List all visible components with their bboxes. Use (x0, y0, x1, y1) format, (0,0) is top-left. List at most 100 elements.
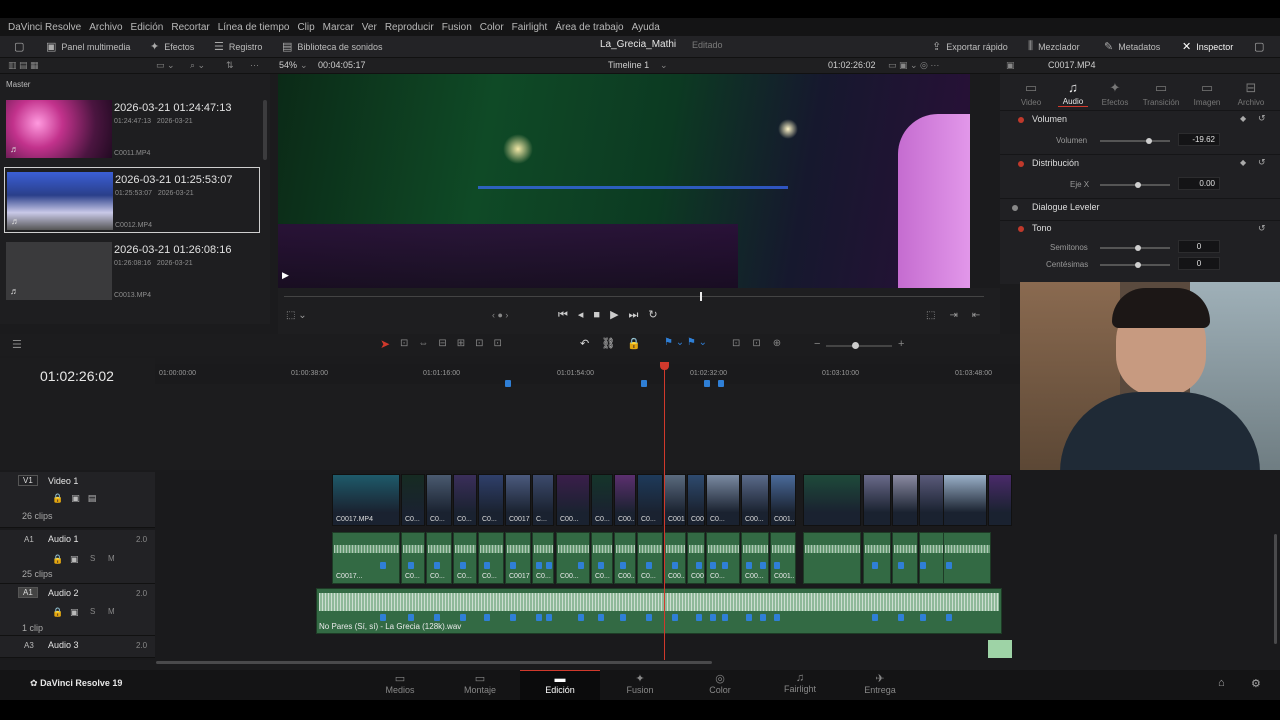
video-clip[interactable]: C0017.MP4 (332, 474, 400, 526)
video-clip[interactable]: C0017.M... (664, 474, 686, 526)
audio-clip[interactable] (803, 532, 861, 584)
clip-marker[interactable] (460, 614, 466, 621)
dialogue-enable-icon[interactable] (1012, 205, 1018, 211)
clip-marker[interactable] (460, 562, 466, 569)
audio-clip[interactable]: C00... (614, 532, 636, 584)
zoom-slider-knob[interactable] (852, 342, 859, 349)
video-clip[interactable]: C0... (453, 474, 477, 526)
menu-item[interactable]: Marcar (323, 22, 354, 33)
track-tag-a3[interactable]: A3 (24, 641, 34, 650)
mixer-button[interactable]: ⫼ Mezclador (1028, 40, 1080, 53)
audio-clip[interactable]: C0... (453, 532, 477, 584)
clip-marker[interactable] (710, 562, 716, 569)
clip-marker[interactable] (578, 614, 584, 621)
pitch-enable-icon[interactable] (1018, 226, 1024, 232)
audio-clip[interactable]: C0... (637, 532, 663, 584)
clip-marker[interactable] (920, 562, 926, 569)
media-panel-button[interactable]: ▣ Panel multimedia (46, 40, 130, 53)
pan-enable-icon[interactable] (1018, 161, 1024, 167)
sound-library-button[interactable]: ▤ Biblioteca de sonidos (282, 40, 382, 53)
tab-file[interactable]: ⊟ Archivo (1228, 80, 1274, 107)
audio-clip[interactable]: C00... (687, 532, 705, 584)
clip-marker[interactable] (746, 562, 752, 569)
clip-marker[interactable] (774, 562, 780, 569)
playhead-line[interactable] (664, 364, 665, 660)
track-controls-icons[interactable]: 🔒▣▤ (52, 493, 104, 504)
effects-button[interactable]: ✦ Efectos (150, 40, 194, 53)
clip-marker[interactable] (946, 614, 952, 621)
mute-button[interactable]: M (108, 554, 115, 563)
scrubber-track[interactable] (284, 296, 984, 297)
lock-icon[interactable]: 🔒 (52, 607, 63, 618)
home-icon[interactable]: ⌂ (1218, 677, 1225, 689)
track-monitor-icon[interactable]: ▣ (70, 607, 79, 618)
video-clip[interactable]: C0017... (505, 474, 531, 526)
audio-clip[interactable]: C001... (770, 532, 796, 584)
zoom-tools-icons[interactable]: ⊡⊡⊕ (732, 338, 793, 349)
mute-button[interactable]: M (108, 607, 115, 616)
track-tag-a2[interactable]: A1 (18, 587, 38, 598)
audio-clip[interactable]: C0... (706, 532, 740, 584)
track-tag-a1[interactable]: A1 (24, 535, 34, 544)
clip-marker[interactable] (536, 614, 542, 621)
clip-marker[interactable] (696, 562, 702, 569)
page-tab-fusion[interactable]: ✦ Fusion (600, 670, 680, 700)
video-clip[interactable]: C00... (741, 474, 769, 526)
clip-marker[interactable] (696, 614, 702, 621)
track-tag-v1[interactable]: V1 (18, 475, 38, 486)
clip-marker[interactable] (598, 562, 604, 569)
edit-tools-icons[interactable]: ⊡⇔⊟⊞⊡⊡ (400, 338, 512, 349)
clip-marker[interactable] (946, 562, 952, 569)
clip-marker[interactable] (408, 562, 414, 569)
menu-item[interactable]: Recortar (171, 22, 209, 33)
video-clip[interactable]: C0... (637, 474, 663, 526)
jog-control-icon[interactable]: ‹ ● › (492, 310, 508, 320)
audio-clip[interactable]: C0... (532, 532, 554, 584)
tab-video[interactable]: ▭ Video (1008, 80, 1054, 107)
audio-clip[interactable]: C0... (591, 532, 613, 584)
timeline-ruler[interactable]: 01:00:00:00 01:00:38:00 01:01:16:00 01:01:5… (155, 364, 1020, 384)
page-tab-color[interactable]: ◎ Color (680, 670, 760, 700)
viewer-play-icon[interactable]: ▶ (282, 270, 289, 281)
clip-marker[interactable] (746, 614, 752, 621)
page-tab-fairlight[interactable]: ♫ Fairlight (760, 670, 840, 700)
cents-slider[interactable] (1100, 262, 1170, 268)
pan-knob[interactable] (1135, 182, 1141, 188)
clip-marker[interactable] (672, 562, 678, 569)
viewer-options-icon[interactable]: ▭ ▣ ⌄ ◎ ··· (888, 60, 939, 71)
audio-clip[interactable]: C0017... (332, 532, 400, 584)
loop-icon[interactable]: ⬚⇥⇤ (926, 310, 994, 321)
semitones-slider[interactable] (1100, 245, 1170, 251)
audio-clip[interactable]: C00... (556, 532, 590, 584)
menu-item[interactable]: Edición (131, 22, 164, 33)
volume-value[interactable]: -19.62 (1178, 133, 1220, 146)
reset-icon[interactable]: ↺ (1258, 113, 1266, 124)
selection-tool-icon[interactable]: ➤ (380, 337, 390, 351)
menu-item[interactable]: Reproducir (385, 22, 434, 33)
media-clip[interactable]: ♬ 2026-03-21 01:26:08:16 01:26:08:16 202… (4, 238, 260, 304)
collapse-button[interactable]: ▢ (1254, 40, 1264, 53)
clip-marker[interactable] (434, 562, 440, 569)
cents-knob[interactable] (1135, 262, 1141, 268)
semitones-value[interactable]: 0 (1178, 240, 1220, 253)
clip-marker[interactable] (546, 614, 552, 621)
scrubber-playhead[interactable] (700, 292, 702, 301)
zoom-dropdown-icon[interactable]: ⌄ (300, 60, 308, 71)
dialogue-leveler-section[interactable]: Dialogue Leveler (1000, 198, 1280, 218)
media-scrollbar[interactable] (263, 100, 267, 160)
video-clip[interactable]: C00... (614, 474, 636, 526)
menu-item[interactable]: Área de trabajo (555, 22, 623, 33)
clip-marker[interactable] (408, 614, 414, 621)
sort-icon[interactable]: ⇅ (226, 60, 234, 71)
view-options-icon[interactable]: ▭ ⌄ (156, 60, 175, 71)
clip-marker[interactable] (380, 614, 386, 621)
clip-marker[interactable] (646, 614, 652, 621)
video-clip[interactable] (863, 474, 891, 526)
clip-marker[interactable] (722, 562, 728, 569)
audio-clip[interactable] (919, 532, 945, 584)
audio-clip[interactable]: C0... (478, 532, 504, 584)
clip-marker[interactable] (898, 614, 904, 621)
cents-value[interactable]: 0 (1178, 257, 1220, 270)
menu-item[interactable]: Fairlight (512, 22, 548, 33)
timeline-dropdown-icon[interactable]: ⌄ (660, 60, 668, 71)
